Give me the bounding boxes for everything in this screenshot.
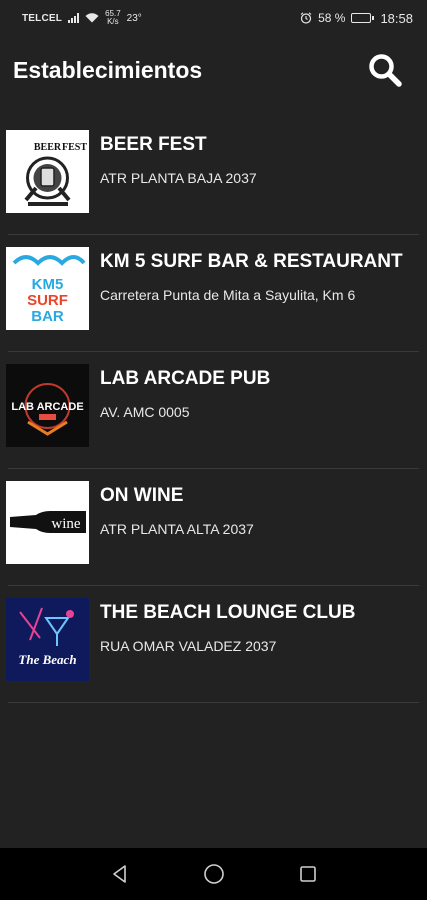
item-address: AV. AMC 0005 xyxy=(100,404,190,420)
temperature: 23° xyxy=(126,12,142,24)
battery-icon xyxy=(351,13,375,23)
lab-arcade-logo-text: LAB ARCADE xyxy=(11,401,83,413)
beer-fest-logo: BEER FEST xyxy=(6,130,89,213)
establishment-list: BEER FEST BEER FEST ATR PLANTA BAJA 2037… xyxy=(0,118,427,703)
the-beach-logo: The Beach xyxy=(6,598,89,681)
search-icon xyxy=(369,54,402,87)
lab-arcade-logo: LAB ARCADE xyxy=(6,364,89,447)
km5-surf-bar-logo: KM5 SURF BAR xyxy=(6,247,89,330)
list-item[interactable]: The Beach THE BEACH LOUNGE CLUB RUA OMAR… xyxy=(0,586,427,703)
km5-logo-line3: BAR xyxy=(31,308,64,325)
battery-percent: 58 % xyxy=(318,11,346,25)
page-title: Establecimientos xyxy=(13,56,203,83)
net-speed-unit: K/s xyxy=(107,17,119,26)
wifi-icon xyxy=(85,13,99,23)
recents-button[interactable] xyxy=(296,862,320,886)
item-title: ON WINE xyxy=(100,485,184,506)
cell-signal-icon xyxy=(68,13,80,23)
back-button[interactable] xyxy=(108,862,132,886)
beer-fest-logo-text-bottom: FEST xyxy=(62,142,87,153)
recents-square-icon xyxy=(299,866,316,882)
app-header: Establecimientos xyxy=(0,36,427,104)
the-beach-logo-text: The Beach xyxy=(18,652,76,667)
item-text: BEER FEST ATR PLANTA BAJA 2037 xyxy=(100,130,257,186)
alarm-icon xyxy=(300,12,312,24)
home-circle-icon xyxy=(203,864,224,884)
list-item[interactable]: BEER FEST BEER FEST ATR PLANTA BAJA 2037 xyxy=(0,118,427,235)
item-address: ATR PLANTA ALTA 2037 xyxy=(100,521,254,537)
divider xyxy=(8,702,419,703)
status-bar: TELCEL 65.7 K/s 23° 58 % 18:58 xyxy=(0,0,427,36)
beer-fest-logo-text-top: BEER xyxy=(34,142,62,153)
item-text: ON WINE ATR PLANTA ALTA 2037 xyxy=(100,481,254,537)
item-address: Carretera Punta de Mita a Sayulita, Km 6 xyxy=(100,287,356,303)
item-title: THE BEACH LOUNGE CLUB xyxy=(100,602,356,623)
search-button[interactable] xyxy=(365,50,405,90)
item-text: LAB ARCADE PUB AV. AMC 0005 xyxy=(100,364,270,420)
item-title: KM 5 SURF BAR & RESTAURANT xyxy=(100,251,403,272)
list-item[interactable]: LAB ARCADE LAB ARCADE PUB AV. AMC 0005 xyxy=(0,352,427,469)
clock-time: 18:58 xyxy=(380,10,413,26)
km5-logo-line1: KM5 xyxy=(32,276,64,293)
net-speed: 65.7 K/s xyxy=(105,10,121,26)
status-right: 58 % 18:58 xyxy=(300,11,413,26)
on-wine-logo-text: wine xyxy=(51,516,81,532)
status-left: TELCEL 65.7 K/s 23° xyxy=(22,10,142,26)
navigation-bar xyxy=(0,848,427,900)
item-title: LAB ARCADE PUB xyxy=(100,368,271,389)
item-address: ATR PLANTA BAJA 2037 xyxy=(100,170,257,186)
item-text: KM 5 SURF BAR & RESTAURANT Carretera Pun… xyxy=(100,247,403,303)
item-title: BEER FEST xyxy=(100,134,207,155)
home-button[interactable] xyxy=(202,862,226,886)
back-triangle-icon xyxy=(112,865,126,883)
carrier-name: TELCEL xyxy=(22,12,63,24)
list-item[interactable]: wine ON WINE ATR PLANTA ALTA 2037 xyxy=(0,469,427,586)
item-text: THE BEACH LOUNGE CLUB RUA OMAR VALADEZ 2… xyxy=(100,598,355,654)
on-wine-logo: wine xyxy=(6,481,89,564)
item-address: RUA OMAR VALADEZ 2037 xyxy=(100,638,277,654)
km5-logo-line2: SURF xyxy=(27,292,68,309)
list-item[interactable]: KM5 SURF BAR KM 5 SURF BAR & RESTAURANT … xyxy=(0,235,427,352)
